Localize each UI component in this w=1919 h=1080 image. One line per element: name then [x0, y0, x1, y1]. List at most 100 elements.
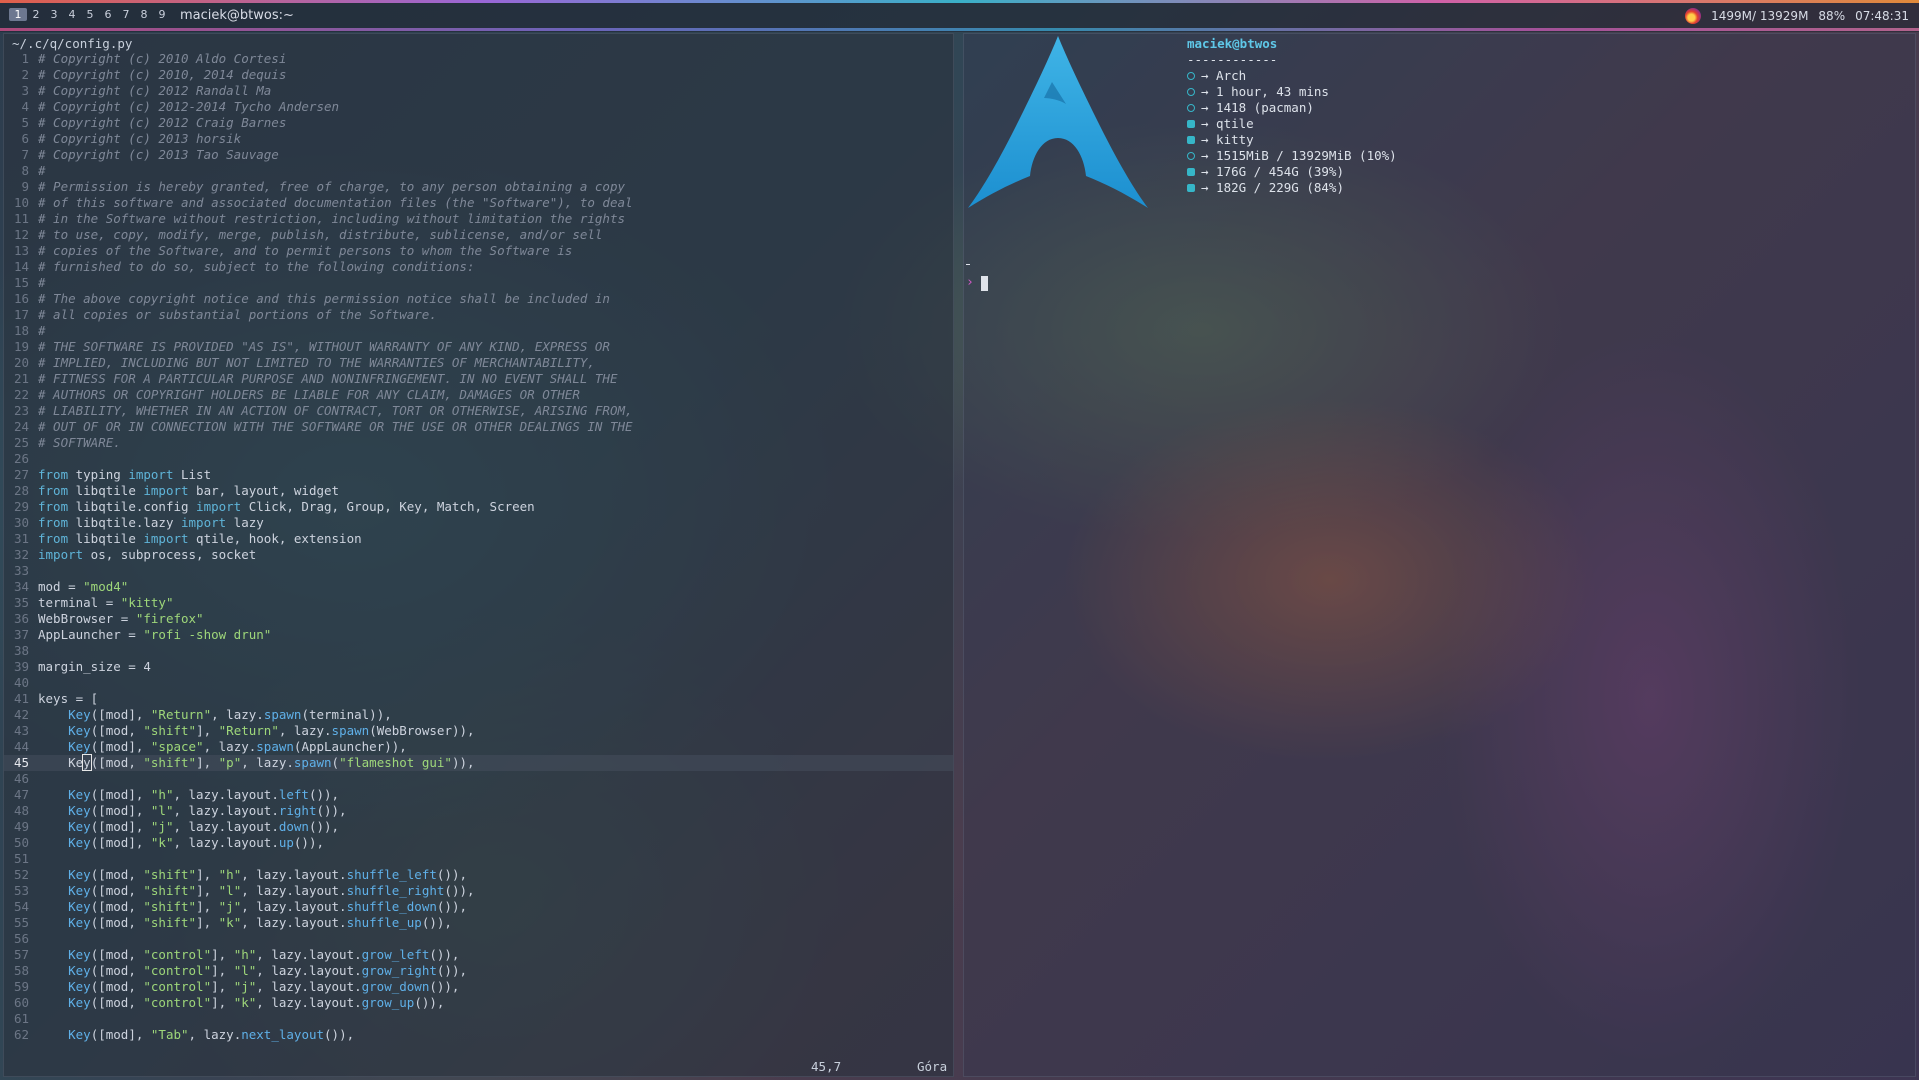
workspace-3[interactable]: 3 — [45, 8, 63, 21]
line-number: 44 — [13, 739, 29, 754]
code-line[interactable]: 19 # THE SOFTWARE IS PROVIDED "AS IS", WI… — [4, 339, 953, 355]
code-line[interactable]: 36 WebBrowser = "firefox" — [4, 611, 953, 627]
line-number: 57 — [13, 947, 29, 962]
code-line[interactable]: 25 # SOFTWARE. — [4, 435, 953, 451]
wm-icon — [1187, 120, 1195, 128]
workspace-7[interactable]: 7 — [117, 8, 135, 21]
workspace-1[interactable]: 1 — [9, 8, 27, 21]
code-line[interactable]: 20 # IMPLIED, INCLUDING BUT NOT LIMITED T… — [4, 355, 953, 371]
code-line[interactable]: 50 Key([mod], "k", lazy.layout.up()), — [4, 835, 953, 851]
code-line[interactable]: 6 # Copyright (c) 2013 horsik — [4, 131, 953, 147]
line-number: 35 — [13, 595, 29, 610]
info-text: → 1 hour, 43 mins — [1201, 84, 1329, 99]
line-text: from libqtile import bar, layout, widget — [38, 483, 340, 498]
code-line[interactable]: 29 from libqtile.config import Click, Dra… — [4, 499, 953, 515]
code-line[interactable]: 53 Key([mod, "shift"], "l", lazy.layout.… — [4, 883, 953, 899]
code-line[interactable]: 34 mod = "mod4" — [4, 579, 953, 595]
code-line[interactable]: 31 from libqtile import qtile, hook, exte… — [4, 531, 953, 547]
line-number: 32 — [13, 547, 29, 562]
line-text: Key([mod, "control"], "h", lazy.layout.g… — [68, 947, 460, 962]
code-line[interactable]: 23 # LIABILITY, WHETHER IN AN ACTION OF C… — [4, 403, 953, 419]
code-line[interactable]: 39 margin_size = 4 — [4, 659, 953, 675]
code-line[interactable]: 40 — [4, 675, 953, 691]
code-line[interactable]: 13 # copies of the Software, and to permi… — [4, 243, 953, 259]
code-line[interactable]: 43 Key([mod, "shift"], "Return", lazy.sp… — [4, 723, 953, 739]
code-line[interactable]: 60 Key([mod, "control"], "k", lazy.layou… — [4, 995, 953, 1011]
code-line[interactable]: 49 Key([mod], "j", lazy.layout.down()), — [4, 819, 953, 835]
code-line[interactable]: 21 # FITNESS FOR A PARTICULAR PURPOSE AND… — [4, 371, 953, 387]
workspace-2[interactable]: 2 — [27, 8, 45, 21]
code-line[interactable]: 27 from typing import List — [4, 467, 953, 483]
code-line[interactable]: 18 # — [4, 323, 953, 339]
code-line[interactable]: 33 — [4, 563, 953, 579]
code-line[interactable]: 3 # Copyright (c) 2012 Randall Ma — [4, 83, 953, 99]
code-line[interactable]: 2 # Copyright (c) 2010, 2014 dequis — [4, 67, 953, 83]
code-line[interactable]: 1 # Copyright (c) 2010 Aldo Cortesi — [4, 51, 953, 67]
code-line[interactable]: 56 — [4, 931, 953, 947]
code-line[interactable]: 58 Key([mod, "control"], "l", lazy.layou… — [4, 963, 953, 979]
code-line[interactable]: 16 # The above copyright notice and this … — [4, 291, 953, 307]
code-line[interactable]: 42 Key([mod], "Return", lazy.spawn(termi… — [4, 707, 953, 723]
top-bar: 123456789 maciek@btwos:~ 1499M/ 13929M 8… — [0, 0, 1919, 32]
line-number: 13 — [13, 243, 29, 258]
code-line[interactable]: 14 # furnished to do so, subject to the f… — [4, 259, 953, 275]
workspace-9[interactable]: 9 — [153, 8, 171, 21]
code-line[interactable]: 32 import os, subprocess, socket — [4, 547, 953, 563]
code-line[interactable]: 62 Key([mod], "Tab", lazy.next_layout())… — [4, 1027, 953, 1043]
code-line[interactable]: 35 terminal = "kitty" — [4, 595, 953, 611]
code-line[interactable]: 17 # all copies or substantial portions o… — [4, 307, 953, 323]
terminal-pane[interactable]: maciek@btwos ------------ → Arch → 1 hour… — [963, 33, 1916, 1077]
code-line[interactable]: 10 # of this software and associated docu… — [4, 195, 953, 211]
workspace-4[interactable]: 4 — [63, 8, 81, 21]
code-line[interactable]: 54 Key([mod, "shift"], "j", lazy.layout.… — [4, 899, 953, 915]
code-line[interactable]: 5 # Copyright (c) 2012 Craig Barnes — [4, 115, 953, 131]
code-line[interactable]: 24 # OUT OF OR IN CONNECTION WITH THE SOF… — [4, 419, 953, 435]
code-line[interactable]: 9 # Permission is hereby granted, free of… — [4, 179, 953, 195]
line-number: 9 — [21, 179, 29, 194]
code-line[interactable]: 28 from libqtile import bar, layout, widg… — [4, 483, 953, 499]
code-line[interactable]: 15 # — [4, 275, 953, 291]
code-line[interactable]: 12 # to use, copy, modify, merge, publish… — [4, 227, 953, 243]
info-row: → kitty — [1187, 132, 1397, 148]
line-number: 7 — [21, 147, 29, 162]
flame-icon[interactable] — [1685, 8, 1702, 24]
info-text: → 182G / 229G (84%) — [1201, 180, 1344, 195]
code-line[interactable]: 45 Key([mod, "shift"], "p", lazy.spawn("… — [4, 754, 953, 771]
code-line[interactable]: 59 Key([mod, "control"], "j", lazy.layou… — [4, 979, 953, 995]
terminal-cursor[interactable] — [981, 276, 988, 291]
code-line[interactable]: 22 # AUTHORS OR COPYRIGHT HOLDERS BE LIAB… — [4, 387, 953, 403]
editor-pane[interactable]: ~/.c/q/config.py 1 # Copyright (c) 2010 A… — [3, 33, 954, 1077]
code-area[interactable]: 1 # Copyright (c) 2010 Aldo Cortesi 2 # Cop… — [4, 51, 953, 1043]
window-title: maciek@btwos:~ — [180, 8, 294, 23]
disk-icon — [1187, 168, 1195, 176]
code-line[interactable]: 61 — [4, 1011, 953, 1027]
code-line[interactable]: 41 keys = [ — [4, 691, 953, 707]
code-line[interactable]: 26 — [4, 451, 953, 467]
line-text: # of this software and associated docume… — [38, 195, 633, 210]
line-number: 40 — [13, 675, 29, 690]
code-line[interactable]: 4 # Copyright (c) 2012-2014 Tycho Anderse… — [4, 99, 953, 115]
workspace-5[interactable]: 5 — [81, 8, 99, 21]
workspace-switcher: 123456789 — [9, 8, 171, 21]
code-line[interactable]: 52 Key([mod, "shift"], "h", lazy.layout.… — [4, 867, 953, 883]
code-line[interactable]: 51 — [4, 851, 953, 867]
code-line[interactable]: 37 AppLauncher = "rofi -show drun" — [4, 627, 953, 643]
code-line[interactable]: 8 # — [4, 163, 953, 179]
code-line[interactable]: 30 from libqtile.lazy import lazy — [4, 515, 953, 531]
uptime-icon — [1187, 88, 1195, 96]
workspace-6[interactable]: 6 — [99, 8, 117, 21]
workspace-8[interactable]: 8 — [135, 8, 153, 21]
code-line[interactable]: 46 — [4, 771, 953, 787]
code-line[interactable]: 11 # in the Software without restriction,… — [4, 211, 953, 227]
code-line[interactable]: 55 Key([mod, "shift"], "k", lazy.layout.… — [4, 915, 953, 931]
code-line[interactable]: 38 — [4, 643, 953, 659]
line-text: Key([mod, "control"], "k", lazy.layout.g… — [68, 995, 445, 1010]
code-line[interactable]: 44 Key([mod], "space", lazy.spawn(AppLau… — [4, 739, 953, 755]
line-number: 58 — [13, 963, 29, 978]
code-line[interactable]: 7 # Copyright (c) 2013 Tao Sauvage — [4, 147, 953, 163]
info-text: → 1515MiB / 13929MiB (10%) — [1201, 148, 1397, 163]
code-line[interactable]: 48 Key([mod], "l", lazy.layout.right()), — [4, 803, 953, 819]
code-line[interactable]: 47 Key([mod], "h", lazy.layout.left()), — [4, 787, 953, 803]
code-line[interactable]: 57 Key([mod, "control"], "h", lazy.layou… — [4, 947, 953, 963]
line-number: 53 — [13, 883, 29, 898]
